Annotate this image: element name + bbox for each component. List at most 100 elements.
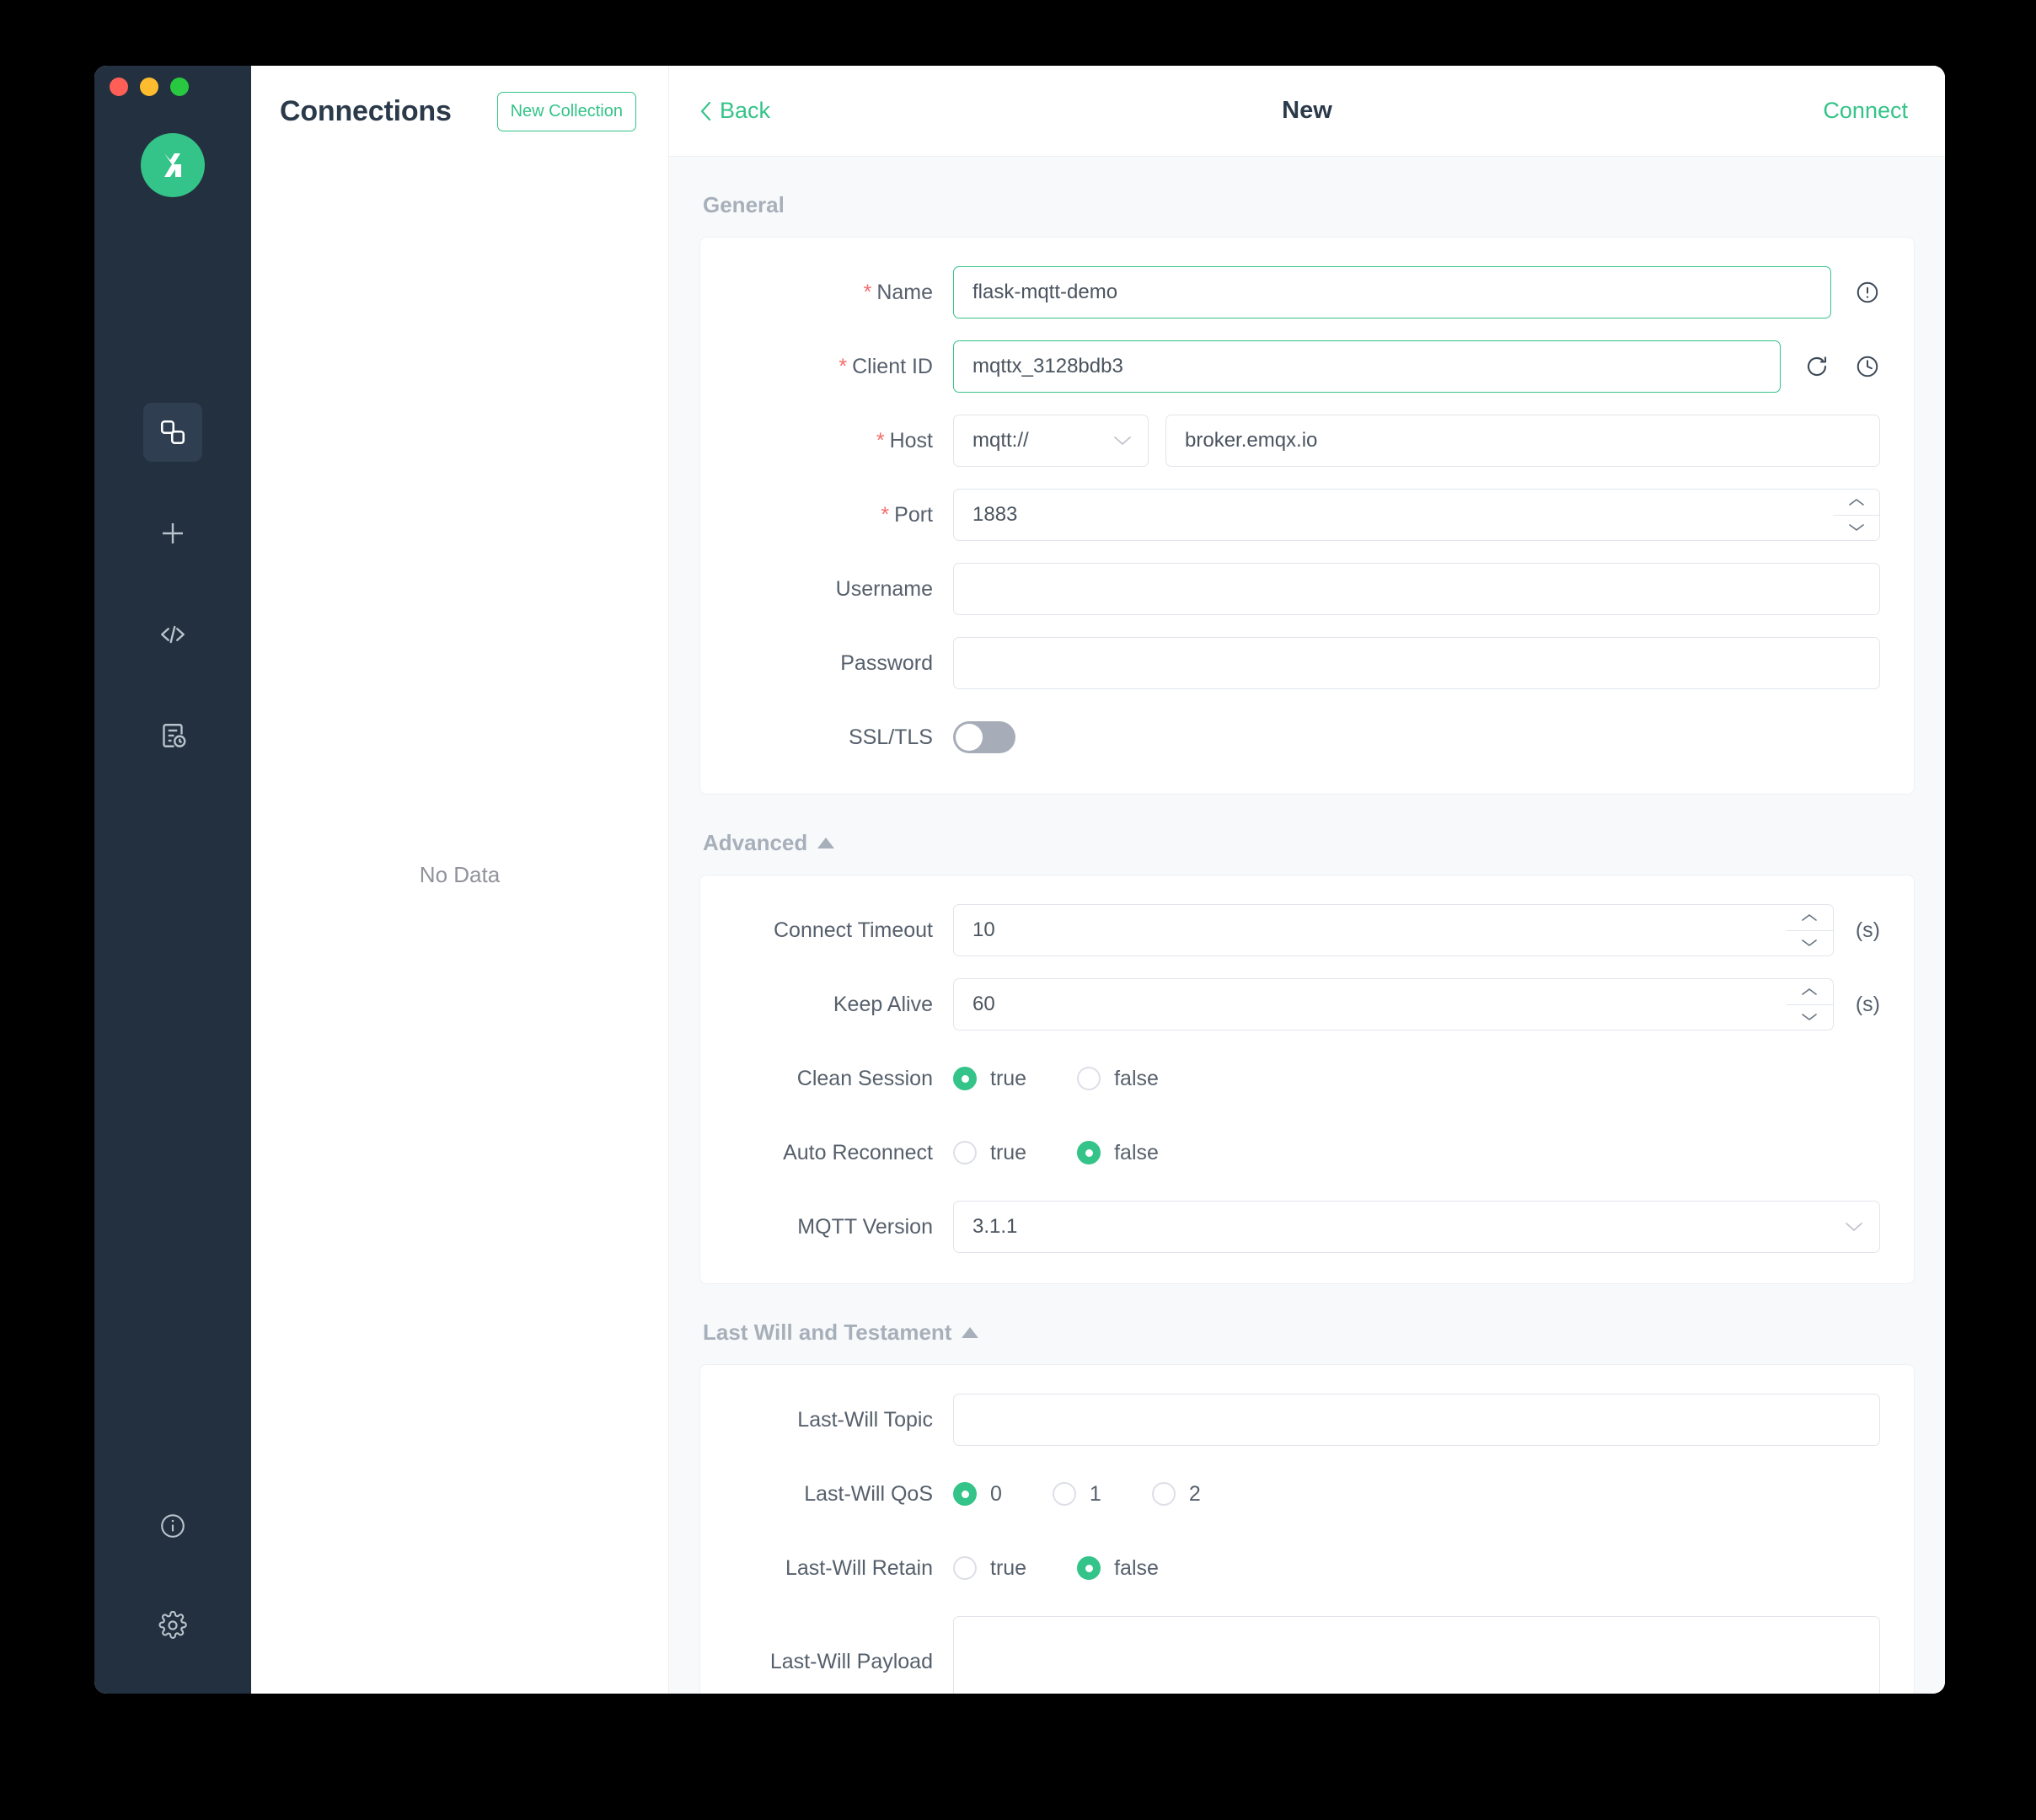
last-will-qos-option-2[interactable]: 2 xyxy=(1151,1481,1201,1507)
radio-label: 0 xyxy=(990,1481,1002,1506)
name-input[interactable]: flask-mqtt-demo xyxy=(953,266,1831,318)
radio-circle xyxy=(953,1556,977,1580)
connections-title: Connections xyxy=(280,94,452,127)
name-field-actions xyxy=(1831,280,1880,305)
sidebar-item-settings[interactable] xyxy=(143,1596,202,1655)
connect-timeout-stepper-down[interactable] xyxy=(1787,931,1833,956)
label-auto-reconnect: Auto Reconnect xyxy=(783,1140,933,1164)
radio-circle xyxy=(1052,1482,1076,1506)
connections-empty-state: No Data xyxy=(251,157,668,1694)
minimize-button[interactable] xyxy=(140,78,158,96)
back-button[interactable]: Back xyxy=(699,98,770,124)
section-header-last-will[interactable]: Last Will and Testament xyxy=(699,1284,1915,1364)
general-card: * Name flask-mqtt-demo * Client ID mqttx… xyxy=(699,237,1915,795)
sidebar-item-scripts[interactable] xyxy=(143,605,202,664)
radio-label: 2 xyxy=(1188,1481,1201,1506)
last-will-card: Last-Will Topic Last-Will QoS 0 1 2 Last… xyxy=(699,1364,1915,1694)
keep-alive-stepper-down[interactable] xyxy=(1787,1005,1833,1030)
rail-nav xyxy=(94,403,251,807)
radio-label: false xyxy=(1114,1555,1159,1580)
connect-timeout-stepper[interactable] xyxy=(1786,904,1834,956)
no-data-label: No Data xyxy=(419,861,501,887)
advanced-card: Connect Timeout 10 (s) Keep Alive 60 (s)… xyxy=(699,875,1915,1284)
host-protocol-value: mqtt:// xyxy=(972,429,1029,452)
clock-icon[interactable] xyxy=(1855,354,1880,379)
ssl-tls-toggle[interactable] xyxy=(953,721,1015,753)
info-circle-icon[interactable] xyxy=(1855,280,1880,305)
chevron-down-icon xyxy=(1089,435,1133,447)
field-row-last-will-retain: Last-Will Retain true false xyxy=(700,1542,1880,1594)
keep-alive-input[interactable]: 60 xyxy=(953,978,1792,1030)
last-will-qos-option-0[interactable]: 0 xyxy=(953,1482,1002,1507)
window-controls xyxy=(110,78,189,96)
field-row-host: * Host mqtt:// broker.emqx.io xyxy=(700,415,1880,467)
last-will-retain-radio-group: true false xyxy=(953,1556,1209,1581)
field-row-auto-reconnect: Auto Reconnect true false xyxy=(700,1127,1880,1179)
back-label: Back xyxy=(720,98,771,123)
mqtt-version-select[interactable]: 3.1.1 xyxy=(953,1201,1880,1253)
host-protocol-select[interactable]: mqtt:// xyxy=(953,415,1149,467)
field-row-last-will-payload: Last-Will Payload xyxy=(700,1616,1880,1694)
radio-circle xyxy=(953,1141,977,1164)
field-row-client-id: * Client ID mqttx_3128bdb3 xyxy=(700,340,1880,393)
rail-nav-bottom xyxy=(94,1496,251,1655)
radio-label: false xyxy=(1114,1140,1159,1164)
radio-label: true xyxy=(990,1066,1027,1090)
required-star: * xyxy=(876,428,885,452)
chevron-down-icon xyxy=(1820,1221,1864,1233)
last-will-qos-option-1[interactable]: 1 xyxy=(1052,1482,1101,1507)
clean-session-option-true[interactable]: true xyxy=(953,1067,1026,1091)
section-header-advanced[interactable]: Advanced xyxy=(699,795,1915,875)
clean-session-radio-group: true false xyxy=(953,1067,1209,1091)
settings-scroll-area[interactable]: General * Name flask-mqtt-demo * Client … xyxy=(669,157,1945,1694)
password-input[interactable] xyxy=(953,637,1880,689)
connections-header: Connections New Collection xyxy=(251,66,668,157)
app-window: Connections New Collection No Data Back … xyxy=(94,66,1945,1694)
label-last-will-qos: Last-Will QoS xyxy=(804,1481,933,1506)
last-will-retain-option-false[interactable]: false xyxy=(1077,1556,1159,1581)
connect-timeout-input[interactable]: 10 xyxy=(953,904,1792,956)
auto-reconnect-radio-group: true false xyxy=(953,1141,1209,1165)
label-mqtt-version: MQTT Version xyxy=(797,1214,933,1239)
label-username: Username xyxy=(835,576,933,601)
sidebar-item-about[interactable] xyxy=(143,1496,202,1555)
chevron-down-icon xyxy=(1802,939,1818,947)
port-stepper[interactable] xyxy=(1833,489,1880,541)
username-input[interactable] xyxy=(953,563,1880,615)
section-label-general: General xyxy=(703,192,785,217)
auto-reconnect-option-true[interactable]: true xyxy=(953,1141,1026,1165)
port-stepper-down[interactable] xyxy=(1833,516,1879,541)
label-ssl-tls: SSL/TLS xyxy=(848,725,933,749)
refresh-icon[interactable] xyxy=(1804,354,1830,379)
connect-button[interactable]: Connect xyxy=(1823,98,1908,124)
radio-circle xyxy=(1151,1482,1176,1506)
label-clean-session: Clean Session xyxy=(796,1066,933,1090)
last-will-retain-option-true[interactable]: true xyxy=(953,1556,1026,1581)
client-id-input[interactable]: mqttx_3128bdb3 xyxy=(953,340,1781,393)
section-header-general: General xyxy=(699,157,1915,237)
auto-reconnect-option-false[interactable]: false xyxy=(1077,1141,1159,1165)
field-row-ssl-tls: SSL/TLS xyxy=(700,711,1880,763)
connect-timeout-stepper-up[interactable] xyxy=(1786,905,1833,931)
new-collection-button[interactable]: New Collection xyxy=(496,91,636,131)
required-star: * xyxy=(863,280,872,304)
close-button[interactable] xyxy=(110,78,128,96)
port-stepper-up[interactable] xyxy=(1833,490,1879,516)
sidebar-item-logs[interactable] xyxy=(143,706,202,765)
keep-alive-stepper-up[interactable] xyxy=(1786,979,1833,1005)
label-password: Password xyxy=(840,650,933,675)
maximize-button[interactable] xyxy=(170,78,189,96)
port-input[interactable]: 1883 xyxy=(953,489,1839,541)
keep-alive-stepper[interactable] xyxy=(1786,978,1834,1030)
app-logo xyxy=(141,133,205,197)
client-id-field-actions xyxy=(1781,354,1880,379)
host-input[interactable]: broker.emqx.io xyxy=(1165,415,1880,467)
field-row-password: Password xyxy=(700,637,1880,689)
last-will-payload-textarea[interactable] xyxy=(953,1616,1880,1694)
page-title: New xyxy=(1282,97,1332,124)
sidebar-item-new[interactable] xyxy=(143,504,202,563)
last-will-topic-input[interactable] xyxy=(953,1394,1880,1446)
connect-timeout-unit: (s) xyxy=(1855,918,1880,942)
clean-session-option-false[interactable]: false xyxy=(1077,1067,1159,1091)
sidebar-item-connections[interactable] xyxy=(143,403,202,462)
